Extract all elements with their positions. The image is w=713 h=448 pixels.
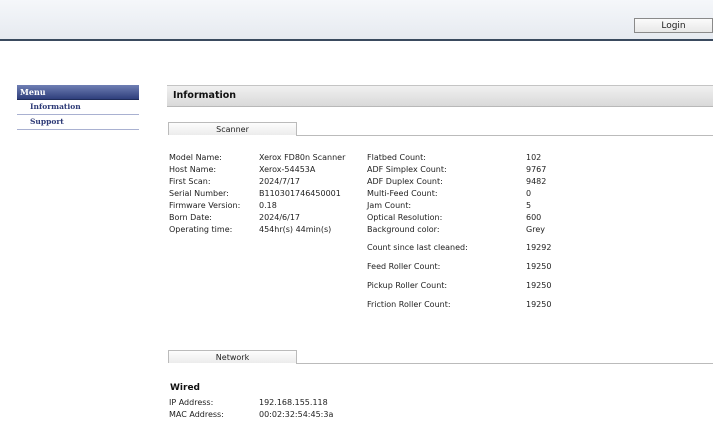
scanner-field-value: 2024/6/17 [259, 213, 301, 222]
counter-field-label: Feed Roller Count: [367, 262, 441, 271]
counter-field-value: 0 [526, 189, 532, 198]
menu-header: Menu [17, 85, 139, 100]
top-bar [0, 0, 713, 39]
counter-field-value: 19250 [526, 300, 552, 309]
scanner-field-label: Host Name: [169, 165, 217, 174]
scanner-field-value: Xerox-54453A [259, 165, 316, 174]
menu-item-support[interactable]: Support [17, 115, 139, 130]
scanner-field-label: Firmware Version: [169, 201, 241, 210]
tab-scanner[interactable]: Scanner [168, 122, 297, 135]
counter-field-value: 9482 [526, 177, 547, 186]
scanner-field-value: 0.18 [259, 201, 277, 210]
tab-underline [296, 363, 713, 364]
menu-item-information[interactable]: Information [17, 100, 139, 115]
counter-field-label: ADF Duplex Count: [367, 177, 443, 186]
mac-address-value: 00:02:32:54:45:3a [259, 410, 334, 419]
counter-field-value: 19250 [526, 262, 552, 271]
counter-field-value: Grey [526, 225, 545, 234]
tab-network[interactable]: Network [168, 350, 297, 363]
wired-section-title: Wired [170, 383, 200, 393]
login-button[interactable]: Login [634, 18, 713, 33]
scanner-field-value: Xerox FD80n Scanner [259, 153, 346, 162]
scanner-field-label: Operating time: [169, 225, 233, 234]
top-divider [0, 39, 713, 41]
tab-underline [296, 135, 713, 136]
scanner-field-label: Born Date: [169, 213, 212, 222]
counter-field-label: Multi-Feed Count: [367, 189, 438, 198]
counter-field-label: ADF Simplex Count: [367, 165, 447, 174]
counter-field-value: 600 [526, 213, 542, 222]
information-header-bar: Information [167, 85, 713, 107]
counter-field-label: Optical Resolution: [367, 213, 443, 222]
counter-field-label: Pickup Roller Count: [367, 281, 448, 290]
counter-field-label: Background color: [367, 225, 440, 234]
counter-field-value: 5 [526, 201, 532, 210]
counter-field-label: Jam Count: [367, 201, 412, 210]
scanner-field-value: B110301746450001 [259, 189, 341, 198]
page-title: Information [173, 90, 237, 101]
counter-field-value: 19292 [526, 243, 552, 252]
scanner-field-label: First Scan: [169, 177, 211, 186]
counter-field-value: 9767 [526, 165, 547, 174]
side-menu: Menu Information Support [17, 85, 139, 130]
counter-field-label: Count since last cleaned: [367, 243, 468, 252]
scanner-field-value: 454hr(s) 44min(s) [259, 225, 332, 234]
counter-field-label: Flatbed Count: [367, 153, 426, 162]
ip-address-value: 192.168.155.118 [259, 398, 328, 407]
counter-field-value: 102 [526, 153, 542, 162]
ip-address-label: IP Address: [169, 398, 214, 407]
scanner-field-label: Serial Number: [169, 189, 229, 198]
counter-field-label: Friction Roller Count: [367, 300, 451, 309]
scanner-field-label: Model Name: [169, 153, 222, 162]
counter-field-value: 19250 [526, 281, 552, 290]
mac-address-label: MAC Address: [169, 410, 224, 419]
scanner-field-value: 2024/7/17 [259, 177, 301, 186]
